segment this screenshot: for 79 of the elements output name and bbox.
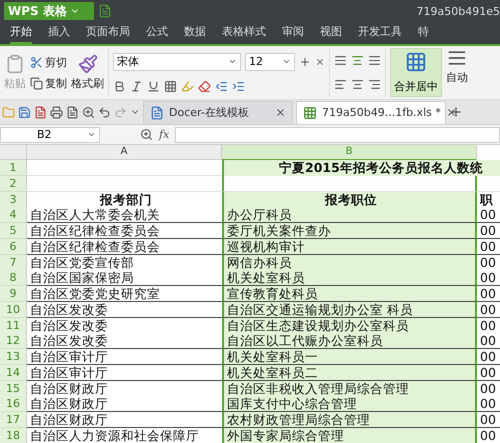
table-cell: 00 xyxy=(477,302,500,318)
menu-tab[interactable]: 插入 xyxy=(48,22,70,44)
row-number: 10 xyxy=(0,302,27,318)
row-number: 1 xyxy=(0,160,27,176)
table-cell: 自治区交通运输规划办公室 科员 xyxy=(222,302,477,318)
row-number: 5 xyxy=(0,223,27,239)
row-number: 9 xyxy=(0,286,27,302)
row-number: 2 xyxy=(0,176,27,192)
table-cell: 自治区党委党史研究室 xyxy=(27,286,222,302)
menu-tab[interactable]: 审阅 xyxy=(282,22,304,44)
row-number: 7 xyxy=(0,254,27,270)
table-cell: 00 xyxy=(477,333,500,350)
table-cell: 自治区财政厅 xyxy=(27,396,222,412)
row-number: 14 xyxy=(0,364,27,381)
table-cell: 宣传教育处科员 xyxy=(222,286,477,302)
table-cell: 国库支付中心综合管理 xyxy=(222,396,477,412)
table-cell: 外国专家局综合管理 xyxy=(222,428,477,443)
name-box[interactable]: B2 xyxy=(0,126,100,142)
row-number: 8 xyxy=(0,270,27,286)
table-cell: 巡视机构审计 xyxy=(222,238,477,255)
copy-button[interactable]: 复制 xyxy=(30,76,67,90)
table-cell: 自治区发改委 xyxy=(27,333,222,350)
row-number: 16 xyxy=(0,396,27,412)
window-title: 719a50b491e5 xyxy=(416,4,500,18)
menu-tab[interactable]: 页面布局 xyxy=(86,22,130,44)
row-number: 12 xyxy=(0,333,27,350)
function-label: fx xyxy=(159,128,170,141)
table-cell: 00 xyxy=(477,396,500,412)
column-heading: 报考职位 xyxy=(222,192,477,208)
table-cell: 网信办科员 xyxy=(222,254,477,270)
table-cell: 00 xyxy=(477,223,500,239)
row-number: 13 xyxy=(0,349,27,365)
menu-tab[interactable]: 表格样式 xyxy=(222,22,266,44)
merge-center-button[interactable]: 合并居中 xyxy=(390,48,442,97)
font-size-field[interactable]: 12 xyxy=(245,52,295,70)
wrap-text-button[interactable]: 自动 xyxy=(446,48,468,97)
table-cell: 自治区纪律检查委员会 xyxy=(27,238,222,255)
table-cell: 00 xyxy=(477,349,500,365)
table-cell: 自治区财政厅 xyxy=(27,412,222,428)
row-number: 11 xyxy=(0,318,27,334)
font-name-field[interactable]: 宋体 xyxy=(113,52,241,70)
table-cell: 00 xyxy=(477,364,500,381)
table-cell: 自治区以工代赈办公室科员 xyxy=(222,333,477,350)
menu-tab[interactable]: 公式 xyxy=(146,22,168,44)
menu-tab[interactable]: 视图 xyxy=(320,22,342,44)
table-cell: 自治区非税收入管理局综合管理 xyxy=(222,380,477,396)
table-cell: 自治区审计厅 xyxy=(27,364,222,381)
table-cell: 自治区发改委 xyxy=(27,302,222,318)
column-header[interactable]: A xyxy=(27,145,222,160)
table-cell: 机关处室科员一 xyxy=(222,349,477,365)
row-number: 4 xyxy=(0,207,27,224)
table-cell: 自治区纪律检查委员会 xyxy=(27,223,222,239)
table-cell: 自治区审计厅 xyxy=(27,349,222,365)
table-cell: 办公厅科员 xyxy=(222,207,477,224)
table-cell: 委厅机关案件查办 xyxy=(222,223,477,239)
row-number: 18 xyxy=(0,428,27,443)
table-cell: 00 xyxy=(477,270,500,286)
cut-button[interactable]: 剪切 xyxy=(30,54,67,70)
menu-tab[interactable]: 数据 xyxy=(184,22,206,44)
table-cell: 自治区生态建设规划办公室科员 xyxy=(222,318,477,334)
menu-tab[interactable]: 开发工具 xyxy=(358,22,402,44)
document-tab[interactable]: Docer-在线模板 xyxy=(143,100,293,124)
table-cell: 农村财政管理局综合管理 xyxy=(222,412,477,428)
table-cell: 机关处室科员二 xyxy=(222,364,477,381)
table-cell: 自治区人大常委会机关 xyxy=(27,207,222,224)
menu-tab[interactable]: 特 xyxy=(418,22,429,44)
sheet-title: 宁夏2015年招考公务员报名人数统 xyxy=(222,160,500,176)
row-number: 6 xyxy=(0,238,27,255)
table-cell: 00 xyxy=(477,412,500,428)
format-painter-button[interactable]: 格式刷 xyxy=(71,54,104,91)
table-cell: 00 xyxy=(477,286,500,302)
table-cell: 自治区国家保密局 xyxy=(27,270,222,286)
menu-tab[interactable]: 开始 xyxy=(10,22,32,44)
table-cell: 00 xyxy=(477,238,500,255)
row-number: 3 xyxy=(0,192,27,208)
table-cell: 00 xyxy=(477,207,500,224)
row-number: 15 xyxy=(0,380,27,396)
row-number: 17 xyxy=(0,412,27,428)
table-cell: 机关处室科员 xyxy=(222,270,477,286)
